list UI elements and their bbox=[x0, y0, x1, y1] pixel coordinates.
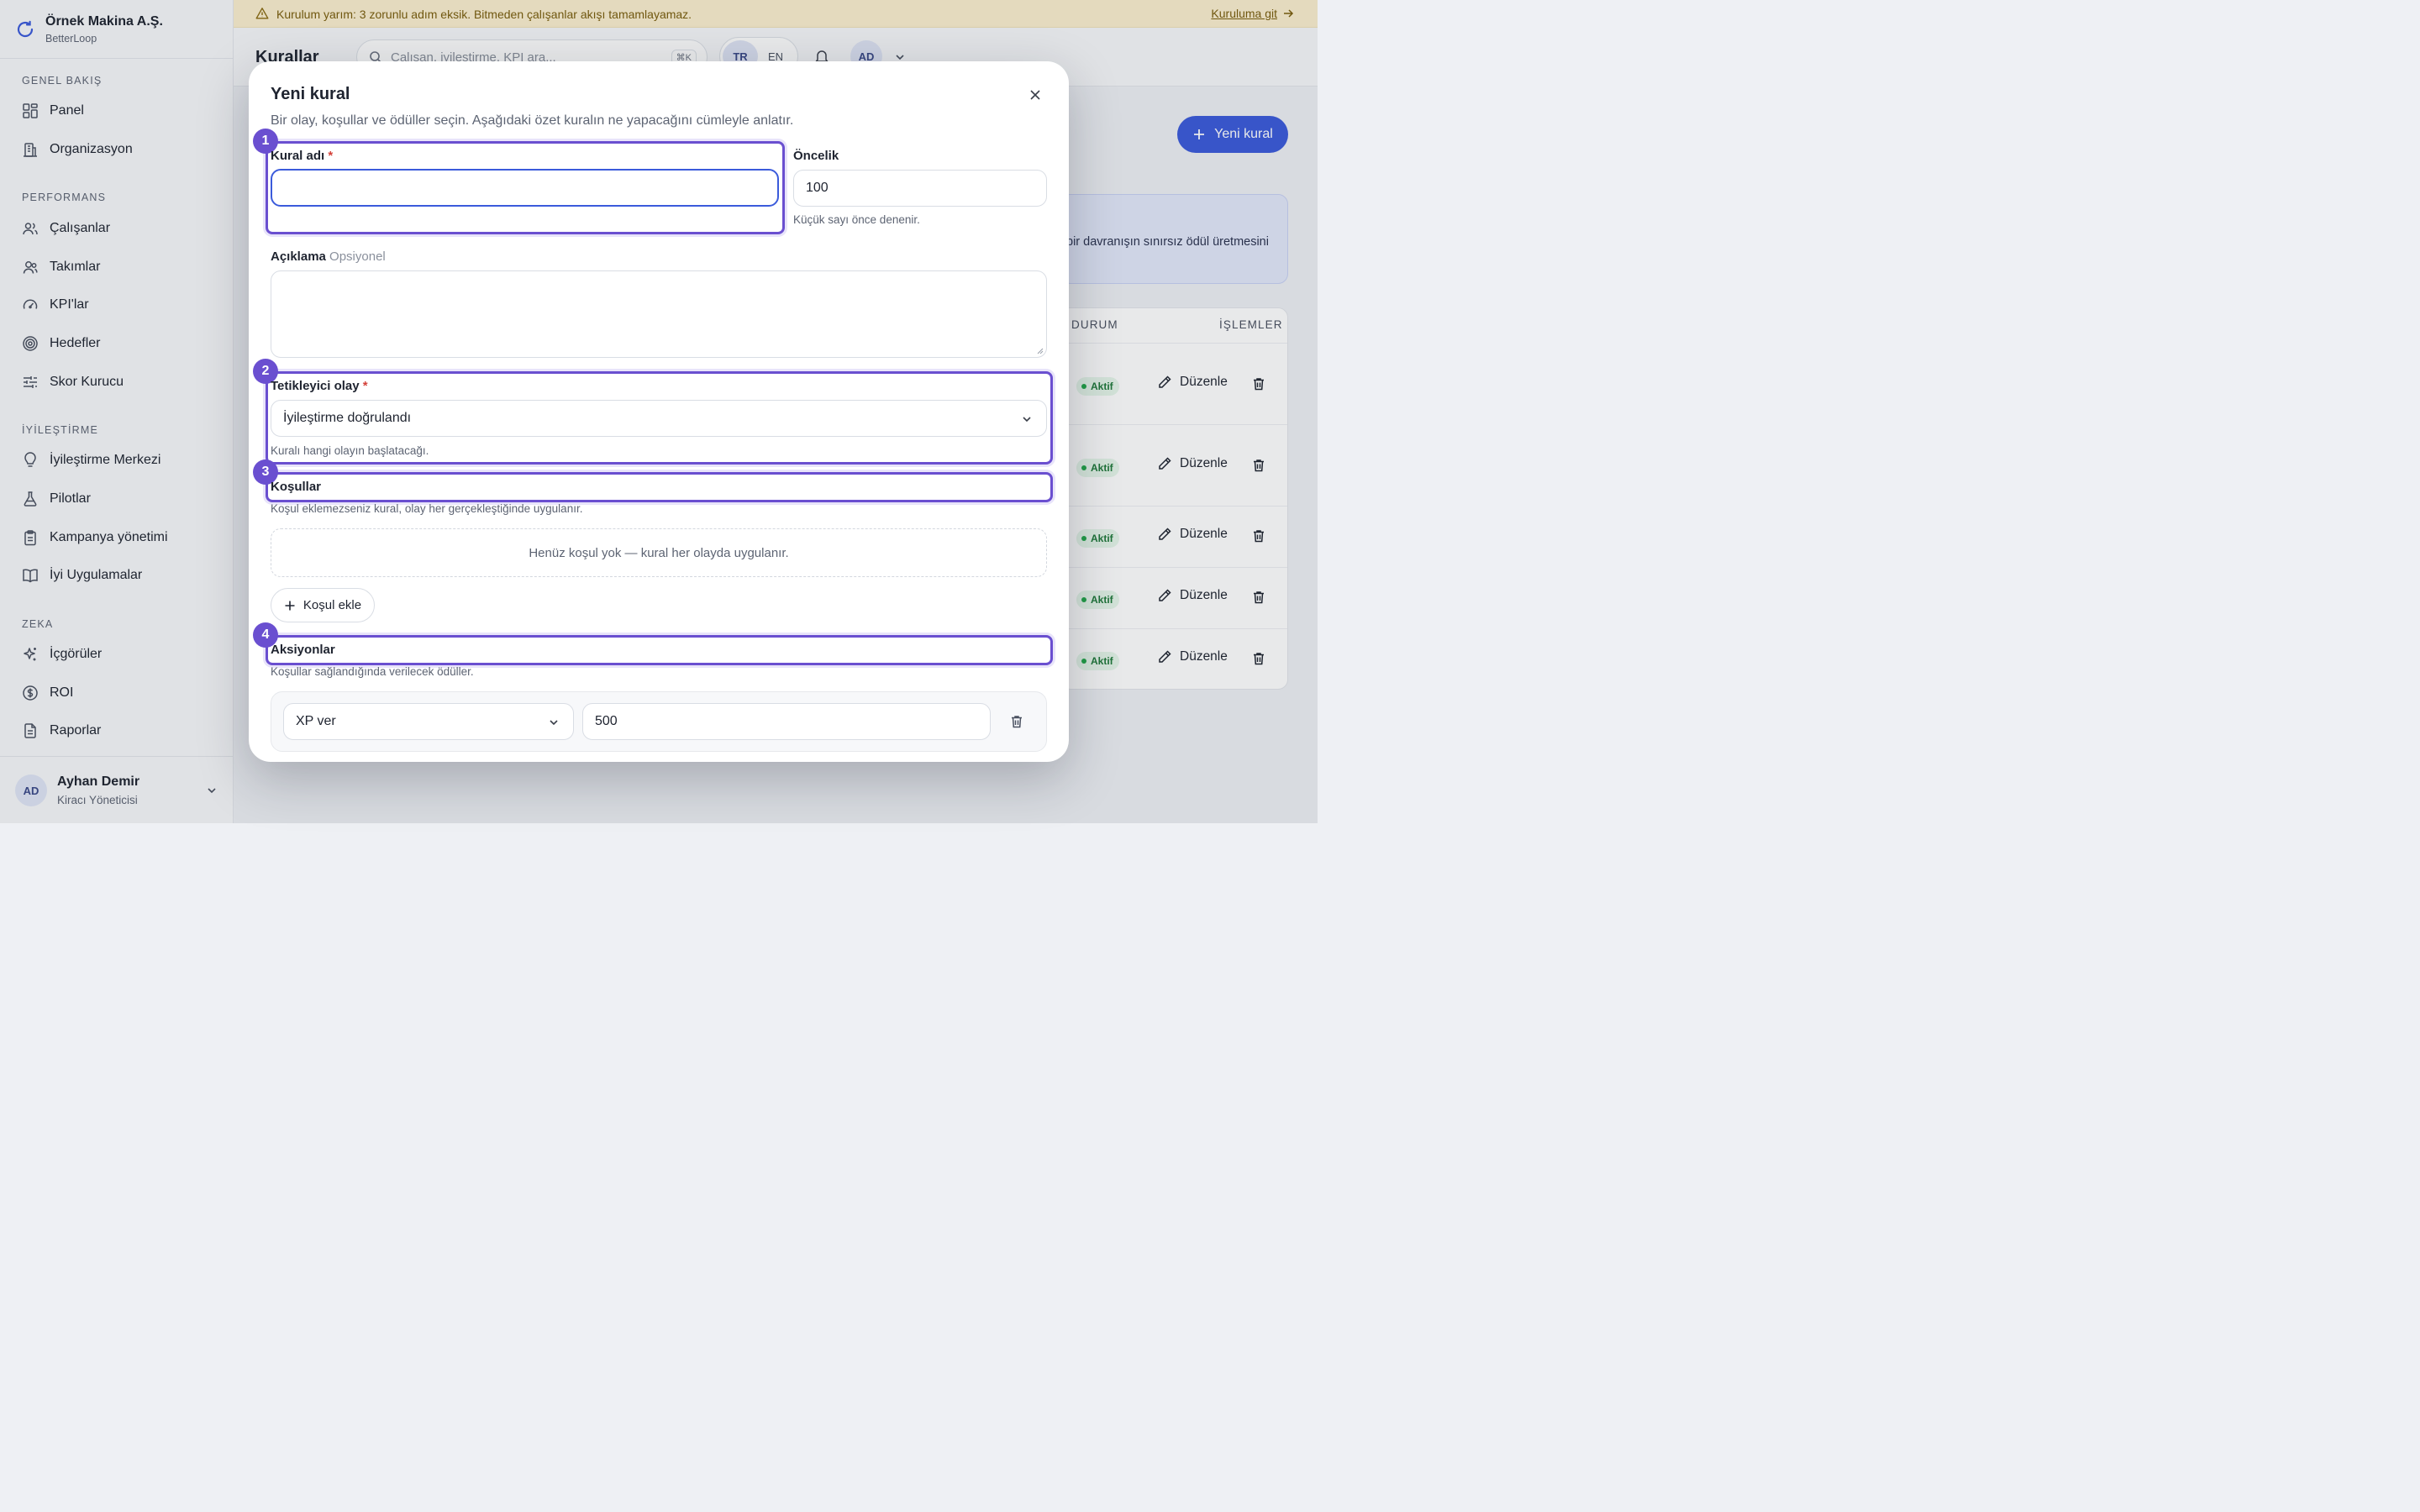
description-label: Açıklama Opsiyonel bbox=[271, 249, 386, 264]
conditions-label: Koşullar bbox=[271, 480, 322, 494]
description-textarea[interactable] bbox=[271, 270, 1047, 358]
trigger-hint: Kuralı hangi olayın başlatacağı. bbox=[271, 444, 429, 457]
actions-hint: Koşullar sağlandığında verilecek ödüller… bbox=[271, 665, 474, 678]
trigger-value: İyileştirme doğrulandı bbox=[283, 411, 412, 425]
new-rule-dialog: Yeni kural Bir olay, koşullar ve ödüller… bbox=[249, 61, 1069, 762]
rule-name-input[interactable] bbox=[271, 169, 779, 207]
button-label: Koşul ekle bbox=[302, 598, 362, 612]
trigger-select[interactable]: İyileştirme doğrulandı bbox=[271, 400, 1047, 437]
dialog-description: Bir olay, koşullar ve ödüller seçin. Aşa… bbox=[271, 113, 794, 128]
chevron-down-icon bbox=[548, 717, 560, 728]
add-condition-button[interactable]: Koşul ekle bbox=[271, 588, 375, 622]
plus-icon bbox=[284, 600, 296, 612]
chevron-down-icon bbox=[1021, 413, 1033, 425]
close-icon[interactable] bbox=[1027, 87, 1044, 103]
step-highlight-4 bbox=[266, 635, 1053, 665]
action-type-select[interactable]: XP ver bbox=[283, 703, 574, 740]
action-amount-input[interactable]: 500 bbox=[582, 703, 991, 740]
priority-hint: Küçük sayı önce denenir. bbox=[793, 213, 920, 226]
priority-label: Öncelik bbox=[793, 149, 839, 163]
conditions-hint: Koşul eklemezseniz kural, olay her gerçe… bbox=[271, 502, 583, 515]
resize-handle-icon[interactable] bbox=[1037, 348, 1044, 354]
conditions-empty-state: Henüz koşul yok — kural her olayda uygul… bbox=[271, 528, 1047, 577]
priority-input[interactable]: 100 bbox=[793, 170, 1047, 207]
dialog-title: Yeni kural bbox=[271, 85, 350, 103]
action-type-value: XP ver bbox=[296, 714, 336, 728]
actions-label: Aksiyonlar bbox=[271, 643, 335, 657]
rule-name-label: Kural adı * bbox=[271, 149, 334, 163]
step-highlight-3 bbox=[266, 472, 1053, 502]
trigger-label: Tetikleyici olay * bbox=[271, 379, 368, 393]
action-row: XP ver 500 bbox=[271, 691, 1047, 752]
trash-icon[interactable] bbox=[1009, 714, 1024, 729]
